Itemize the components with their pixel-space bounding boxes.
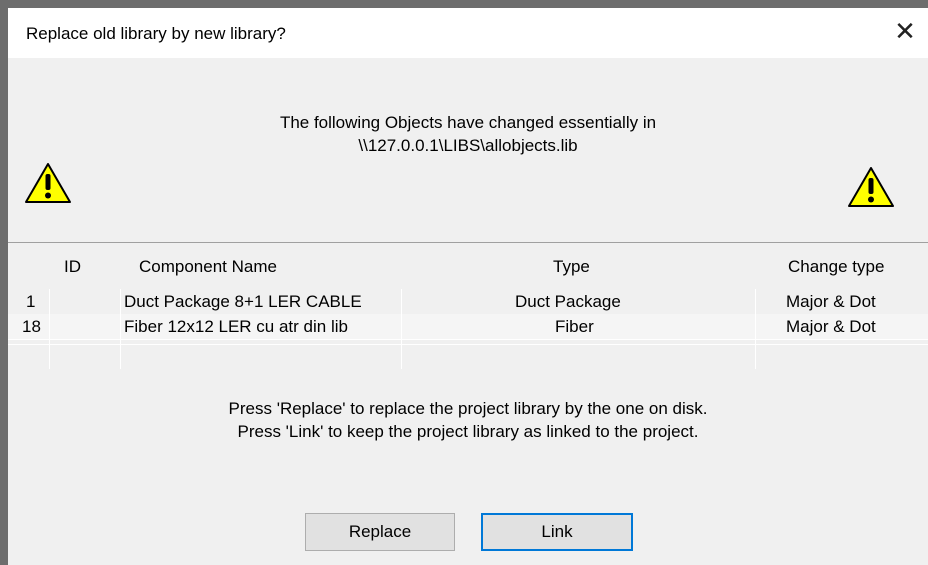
table-header: ID Component Name Type Change type [8, 243, 928, 289]
column-header-type[interactable]: Type [553, 257, 590, 277]
table-body: 1 Duct Package 8+1 LER CABLE Duct Packag… [8, 289, 928, 364]
cell-change-type: Major & Dot [786, 292, 876, 311]
cell-id: 1 [26, 292, 36, 311]
column-header-change-type[interactable]: Change type [788, 257, 884, 277]
cell-id: 18 [22, 317, 41, 336]
change-message: The following Objects have changed essen… [68, 111, 868, 157]
column-divider [49, 289, 50, 369]
cell-component-name: Duct Package 8+1 LER CABLE [124, 292, 362, 311]
changed-objects-table: ID Component Name Type Change type 1 Duc… [8, 242, 928, 369]
cell-type: Fiber [555, 317, 594, 336]
message-line-1: The following Objects have changed essen… [279, 113, 657, 132]
replace-button[interactable]: Replace [305, 513, 455, 551]
instruction-link: Press 'Link' to keep the project library… [237, 422, 699, 441]
window-title: Replace old library by new library? [26, 24, 286, 43]
empty-table-row [8, 339, 928, 364]
cell-type: Duct Package [515, 292, 621, 311]
instructions: Press 'Replace' to replace the project l… [48, 397, 888, 443]
title-bar: Replace old library by new library? ✕ [8, 8, 928, 58]
cell-change-type: Major & Dot [786, 317, 876, 336]
table-row[interactable]: 18 Fiber 12x12 LER cu atr din lib Fiber … [8, 314, 928, 339]
column-header-component-name[interactable]: Component Name [139, 257, 277, 277]
column-header-id[interactable]: ID [64, 257, 81, 277]
row-divider [8, 339, 928, 340]
library-path: \\127.0.0.1\LIBS\allobjects.lib [358, 136, 578, 155]
warning-icon [25, 163, 71, 203]
warning-icon [848, 167, 894, 207]
replace-library-dialog: Replace old library by new library? ✕ Th… [0, 0, 928, 565]
link-button[interactable]: Link [481, 513, 633, 551]
instruction-replace: Press 'Replace' to replace the project l… [228, 399, 708, 418]
table-row[interactable]: 1 Duct Package 8+1 LER CABLE Duct Packag… [8, 289, 928, 314]
row-divider [8, 344, 928, 345]
close-button[interactable]: ✕ [888, 17, 922, 49]
column-divider [755, 289, 756, 369]
column-divider [401, 289, 402, 369]
cell-component-name: Fiber 12x12 LER cu atr din lib [124, 317, 348, 336]
column-divider [120, 289, 121, 369]
